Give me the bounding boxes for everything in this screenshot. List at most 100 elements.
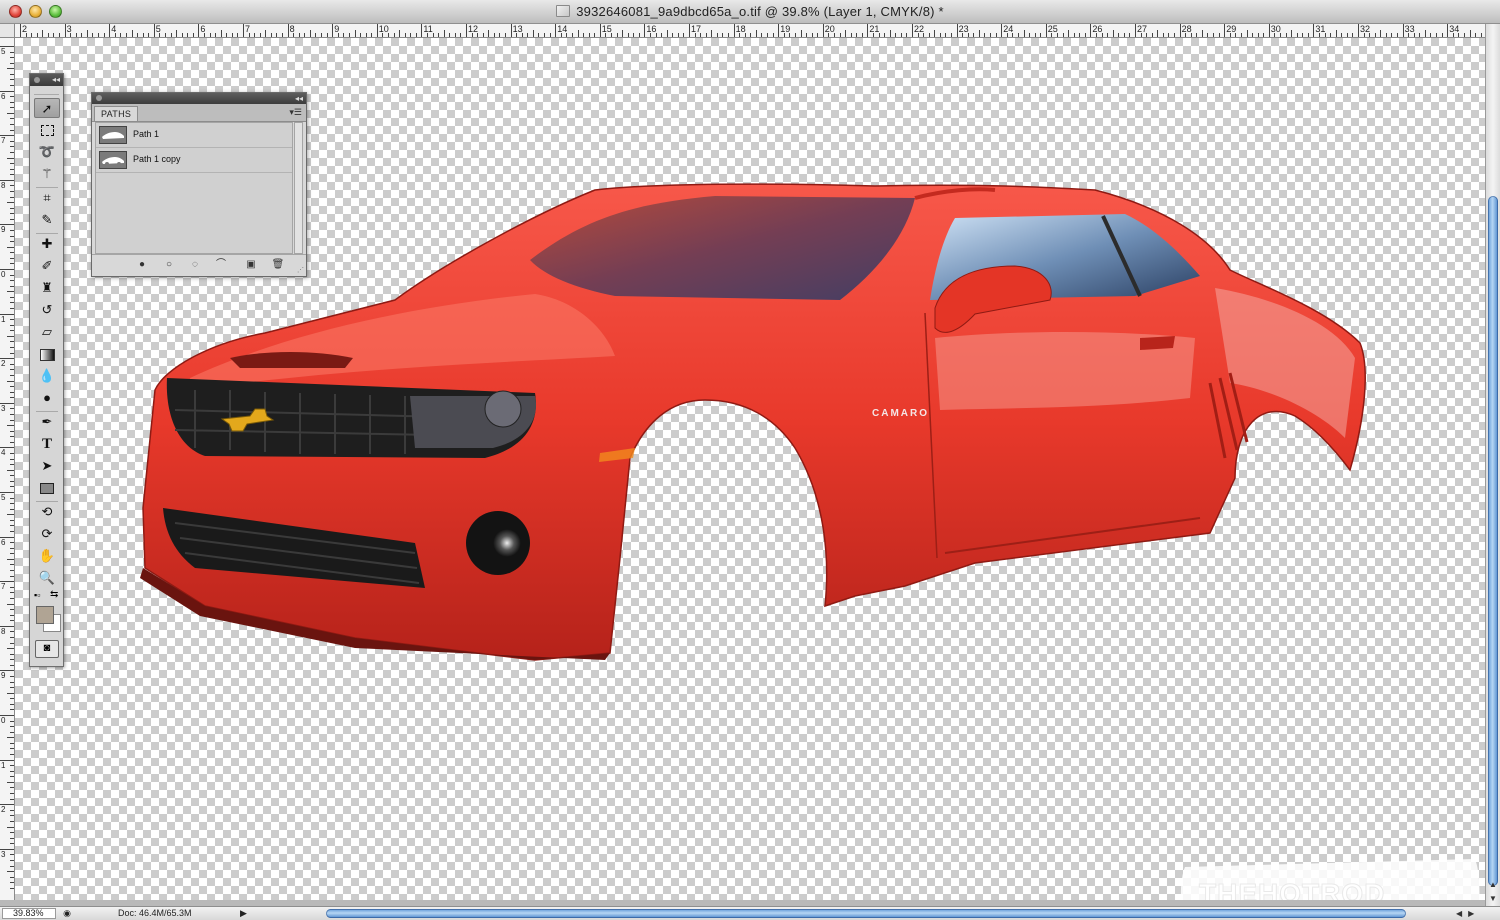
zoom-field[interactable]: 39.83% [2, 908, 56, 919]
ruler-minor-tick [259, 33, 261, 37]
path-row-path-1-copy[interactable]: Path 1 copy [96, 148, 292, 173]
ruler-minor-tick [884, 33, 886, 37]
tools-panel-collapse-icon[interactable]: ◂◂ [52, 74, 60, 86]
ruler-minor-tick [1291, 30, 1293, 37]
zoom-tool-icon[interactable]: 🔍 [34, 568, 60, 588]
fill-path-icon[interactable]: ● [135, 259, 149, 271]
ruler-minor-tick [10, 731, 14, 733]
pen-tool-icon[interactable]: ✒ [34, 412, 60, 432]
document-info-icon[interactable]: ◉ [60, 908, 74, 919]
quick-mask-icon[interactable]: ◙ [35, 640, 59, 658]
path-thumbnail [99, 126, 127, 144]
ruler-label: 2 [1, 359, 6, 369]
ruler-label: 29 [1226, 24, 1237, 34]
paths-list-scrollbar[interactable] [294, 122, 303, 254]
tools-panel-grip[interactable] [34, 86, 59, 95]
ruler-minor-tick [226, 33, 228, 37]
magic-wand-icon[interactable]: ⚚ [34, 164, 60, 184]
ruler-minor-tick [10, 508, 14, 510]
ruler-minor-tick [1029, 33, 1031, 37]
ruler-minor-tick [10, 793, 14, 795]
3d-rotate-icon[interactable]: ⟲ [34, 502, 60, 522]
paths-panel-header[interactable]: ◂◂ [92, 93, 306, 104]
path-selection-icon[interactable]: ➤ [34, 456, 60, 476]
ruler-minor-tick [220, 30, 222, 37]
ruler-minor-tick [348, 33, 350, 37]
crop-tool-icon[interactable]: ⌗ [34, 188, 60, 208]
paths-panel-collapse-icon[interactable]: ◂◂ [295, 93, 303, 104]
history-brush-icon[interactable]: ↺ [34, 300, 60, 320]
3d-orbit-icon[interactable]: ⟳ [34, 524, 60, 544]
ruler-minor-tick [10, 140, 14, 142]
ruler-minor-tick [170, 33, 172, 37]
lasso-tool-icon[interactable]: ➰ [34, 142, 60, 162]
door-handle [1140, 336, 1175, 350]
eraser-icon[interactable]: ▱ [34, 322, 60, 342]
tools-panel-close-icon[interactable] [34, 77, 40, 83]
ruler-minor-tick [137, 33, 139, 37]
load-selection-icon[interactable]: ◌ [188, 259, 202, 271]
blur-icon[interactable]: 💧 [34, 366, 60, 386]
vertical-scrollbar[interactable]: ▲ ▼ [1485, 24, 1500, 906]
default-colors-icon[interactable]: ▪▫ [34, 591, 40, 600]
ruler-label: 7 [1, 582, 6, 592]
make-work-path-icon[interactable]: ⌒ [214, 259, 228, 271]
svg-text:THEHOTROD: THEHOTROD [1199, 878, 1385, 900]
ruler-minor-tick [1302, 33, 1304, 37]
document-proxy-icon[interactable] [556, 5, 571, 17]
gradient-icon[interactable] [34, 344, 60, 364]
dodge-icon[interactable]: ● [34, 388, 60, 408]
eyedropper-icon[interactable]: ✎ [34, 210, 60, 230]
panel-resize-grip[interactable]: ⋰ [297, 267, 304, 274]
vertical-scroll-thumb[interactable] [1488, 196, 1498, 886]
type-tool-icon[interactable]: T [34, 434, 60, 454]
paths-panel-close-icon[interactable] [96, 95, 102, 101]
ruler-minor-tick [354, 30, 356, 37]
ruler-minor-tick [10, 430, 14, 432]
hand-tool-icon[interactable]: ✋ [34, 546, 60, 566]
ruler-minor-tick [315, 33, 317, 37]
ruler-minor-tick [577, 30, 579, 37]
ruler-label: 5 [1, 47, 6, 56]
move-tool-icon[interactable]: ➚ [34, 98, 60, 118]
swap-colors-icon[interactable]: ⇆ [50, 590, 58, 600]
ruler-minor-tick [672, 33, 674, 37]
healing-brush-icon[interactable]: ✚ [34, 234, 60, 254]
ruler-minor-tick [984, 33, 986, 37]
marquee-tool-icon[interactable] [34, 120, 60, 140]
path-row-path-1[interactable]: Path 1 [96, 123, 292, 148]
horizontal-ruler[interactable]: 2 3 4 5 6 7 8 9 10 11 12 13 14 15 16 17 18 19 20 21 22 23 24 25… [15, 24, 1485, 38]
foreground-color-swatch[interactable] [36, 606, 54, 624]
ruler-label: 22 [914, 24, 925, 34]
horizontal-scroll-thumb[interactable] [326, 909, 1406, 918]
ruler-minor-tick [120, 33, 122, 37]
delete-path-icon[interactable]: 🗑 [271, 259, 285, 271]
status-menu-arrow-icon[interactable]: ▶ [240, 908, 247, 919]
ruler-label: 15 [601, 24, 612, 34]
ruler-minor-tick [10, 163, 14, 165]
vertical-scroll-arrows[interactable]: ▲ ▼ [1486, 878, 1500, 906]
ruler-origin[interactable] [0, 24, 15, 38]
stroke-path-icon[interactable]: ○ [162, 259, 176, 271]
new-path-icon[interactable]: ▣ [244, 259, 258, 271]
ruler-minor-tick [839, 33, 841, 37]
document-size: Doc: 46.4M/65.3M [118, 908, 192, 918]
ruler-minor-tick [10, 51, 14, 53]
horizontal-scroll-arrows[interactable]: ◀▶ [1456, 908, 1480, 919]
vertical-ruler[interactable]: 5 6 7 8 9 0 1 2 3 4 5 6 7 8 9 0 1 2 3 [0, 24, 15, 900]
ruler-minor-tick [10, 809, 14, 811]
ruler-minor-tick [1330, 33, 1332, 37]
ruler-minor-tick [192, 33, 194, 37]
brush-icon[interactable]: ✐ [34, 256, 60, 276]
tab-paths[interactable]: PATHS [94, 106, 139, 121]
tools-panel-header[interactable]: ◂◂ [30, 74, 63, 86]
ruler-minor-tick [1263, 33, 1265, 37]
rectangle-tool-icon[interactable] [34, 478, 60, 498]
ruler-minor-tick [231, 33, 233, 37]
panel-menu-icon[interactable]: ▾☰ [289, 107, 302, 117]
ruler-minor-tick [1151, 33, 1153, 37]
ruler-label: 20 [824, 24, 835, 34]
clone-stamp-icon[interactable]: ♜ [34, 278, 60, 298]
ruler-minor-tick [661, 33, 663, 37]
ruler-minor-tick [454, 33, 456, 37]
